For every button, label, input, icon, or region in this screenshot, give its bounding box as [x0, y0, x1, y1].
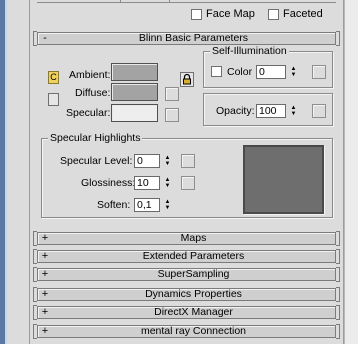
opacity-spinner[interactable]: ▲ ▼	[289, 104, 298, 118]
specular-level-label: Specular Level:	[60, 155, 133, 167]
rollout-directx-manager[interactable]: + DirectX Manager	[33, 305, 340, 320]
specular-level-map-button[interactable]	[181, 154, 195, 168]
self-illumination-color-label: Color	[227, 66, 253, 78]
specular-highlights-title: Specular Highlights	[48, 132, 143, 144]
glossiness-map-button[interactable]	[181, 176, 195, 190]
diffuse-specular-lock-button[interactable]	[48, 93, 59, 106]
self-illumination-map-button[interactable]	[312, 65, 326, 79]
lock-icon[interactable]	[180, 72, 194, 87]
expand-icon: +	[41, 288, 49, 300]
specular-map-button[interactable]	[165, 108, 179, 122]
expand-icon: +	[41, 250, 49, 262]
rollout-title: Blinn Basic Parameters	[138, 32, 249, 44]
specular-highlight-curve-preview	[243, 145, 324, 214]
glossiness-label: Glossiness:	[81, 177, 136, 189]
soften-spinner[interactable]: ▲ ▼	[163, 198, 172, 212]
opacity-label: Opacity:	[216, 105, 255, 117]
specular-label: Specular:	[66, 107, 111, 119]
ambient-color-swatch[interactable]	[111, 63, 158, 81]
self-illumination-title: Self-Illumination	[210, 45, 289, 57]
collapse-icon: -	[43, 32, 47, 44]
rollout-supersampling[interactable]: + SuperSampling	[33, 267, 340, 282]
faceted-checkbox[interactable]	[268, 8, 279, 20]
spinner-down-icon: ▼	[164, 161, 171, 167]
self-illumination-value-field[interactable]: 0	[256, 65, 286, 79]
rollout-maps[interactable]: + Maps	[33, 231, 340, 246]
glossiness-field[interactable]: 10	[134, 176, 160, 190]
rollout-title: mental ray Connection	[140, 325, 247, 337]
specular-level-spinner[interactable]: ▲ ▼	[163, 154, 172, 168]
rollout-title: SuperSampling	[157, 268, 230, 280]
rollout-title: DirectX Manager	[154, 306, 233, 318]
spinner-down-icon: ▼	[164, 205, 171, 211]
self-illumination-spinner[interactable]: ▲ ▼	[289, 65, 298, 79]
opacity-map-button[interactable]	[312, 104, 326, 118]
shader-basic-group-bottom	[37, 0, 336, 3]
diffuse-label: Diffuse:	[75, 87, 111, 99]
face-map-label: Face Map	[206, 8, 255, 20]
diffuse-color-swatch[interactable]	[111, 83, 158, 101]
rollout-title: Dynamics Properties	[145, 288, 242, 300]
panel-inner-edge	[29, 0, 30, 344]
window-frame-bottom	[0, 344, 358, 354]
lock-button-letter: C	[50, 72, 57, 82]
rollout-blinn-basic-parameters[interactable]: - Blinn Basic Parameters	[33, 31, 340, 46]
panel-scrollbar[interactable]	[344, 0, 358, 344]
rollout-mental-ray-connection[interactable]: + mental ray Connection	[33, 324, 340, 339]
expand-icon: +	[41, 306, 49, 318]
specular-color-swatch[interactable]	[111, 104, 158, 122]
spinner-down-icon: ▼	[290, 72, 297, 78]
rollout-dynamics-properties[interactable]: + Dynamics Properties	[33, 287, 340, 302]
rollout-extended-parameters[interactable]: + Extended Parameters	[33, 249, 340, 264]
rollout-title: Maps	[180, 232, 207, 244]
spinner-down-icon: ▼	[290, 111, 297, 117]
ambient-diffuse-lock-button[interactable]: C	[48, 71, 59, 84]
soften-field[interactable]: 0,1	[134, 198, 160, 212]
opacity-value-field[interactable]: 100	[256, 104, 286, 118]
specular-level-field[interactable]: 0	[134, 154, 160, 168]
rollout-title: Extended Parameters	[142, 250, 245, 262]
faceted-option[interactable]: Faceted	[268, 8, 323, 20]
face-map-option[interactable]: Face Map	[191, 8, 255, 20]
diffuse-map-button[interactable]	[165, 87, 179, 101]
spinner-down-icon: ▼	[164, 183, 171, 189]
self-illumination-color-checkbox[interactable]	[211, 66, 222, 77]
shader-dropdown-partial[interactable]	[120, 0, 170, 3]
expand-icon: +	[41, 325, 49, 337]
glossiness-spinner[interactable]: ▲ ▼	[163, 176, 172, 190]
expand-icon: +	[41, 268, 49, 280]
face-map-checkbox[interactable]	[191, 8, 202, 20]
faceted-label: Faceted	[283, 8, 323, 20]
soften-label: Soften:	[97, 199, 131, 211]
ambient-label: Ambient:	[69, 69, 111, 81]
expand-icon: +	[41, 232, 49, 244]
